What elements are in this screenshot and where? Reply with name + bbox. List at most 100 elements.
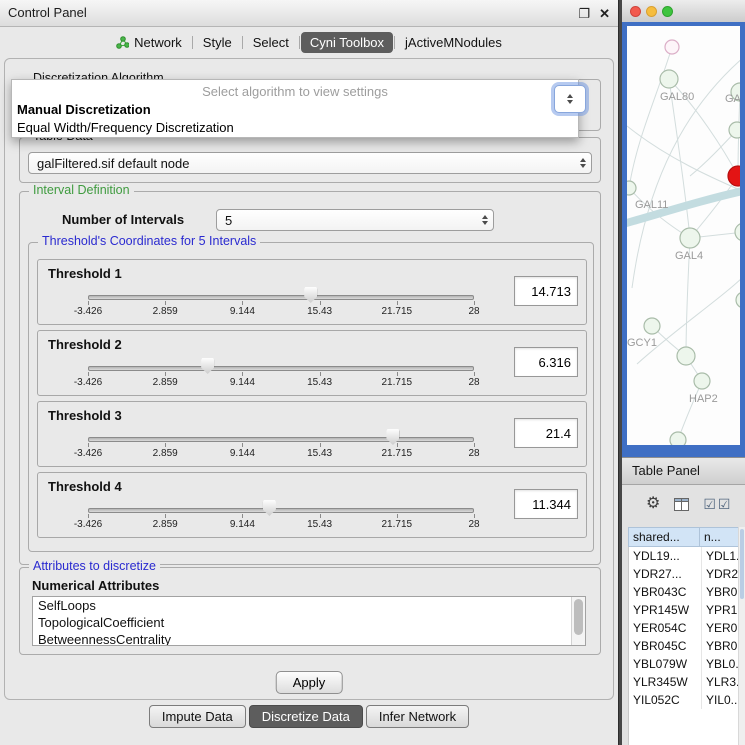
attribute-list-item[interactable]: SelfLoops: [33, 597, 585, 614]
threshold-value-field[interactable]: [514, 276, 578, 306]
network-canvas[interactable]: GAL80GAGAL11GAL4GCY1HAP2: [627, 26, 740, 445]
list-scrollbar[interactable]: [571, 597, 585, 645]
zoom-traffic-button[interactable]: [662, 6, 673, 17]
threshold-slider[interactable]: [88, 430, 474, 448]
network-window-titlebar: [622, 0, 745, 23]
slider-tick: [474, 372, 475, 376]
table-row[interactable]: YDL19...YDL1...: [629, 547, 740, 565]
table-row[interactable]: YBL079WYBL0...: [629, 655, 740, 673]
slider-scale: -3.4262.8599.14415.4321.71528: [88, 448, 474, 460]
threshold-panel-3: Threshold 3 -3.4262.8599.14415.4321.7152…: [37, 401, 587, 467]
slider-scale-label: 21.715: [382, 377, 413, 388]
slider-track[interactable]: [88, 295, 474, 300]
tab-impute-data[interactable]: Impute Data: [149, 705, 246, 728]
tab-jactivemnodules[interactable]: jActiveMNodules: [396, 32, 511, 53]
algorithm-option-equal-width[interactable]: Equal Width/Frequency Discretization: [12, 119, 578, 137]
table-row[interactable]: YPR145WYPR1...: [629, 601, 740, 619]
table-row[interactable]: YBR043CYBR0...: [629, 583, 740, 601]
select-none-icon[interactable]: ☑: [718, 496, 731, 513]
attribute-list-item[interactable]: BetweennessCentrality: [33, 631, 585, 646]
close-icon[interactable]: ✕: [599, 7, 610, 20]
number-of-intervals-combo[interactable]: 5: [216, 209, 494, 231]
close-traffic-button[interactable]: [630, 6, 641, 17]
slider-tick: [88, 443, 89, 447]
table-row[interactable]: YIL052CYIL0...: [629, 691, 740, 709]
slider-scale-label: 21.715: [382, 448, 413, 459]
network-node[interactable]: [677, 347, 695, 365]
algorithm-combo-popup: Select algorithm to view settings Manual…: [11, 79, 579, 138]
list-scrollbar-thumb[interactable]: [574, 599, 583, 635]
table-cell: YBL0...: [702, 655, 740, 673]
table-row[interactable]: YLR345WYLR3...: [629, 673, 740, 691]
tab-infer-network[interactable]: Infer Network: [366, 705, 469, 728]
network-node[interactable]: [729, 122, 740, 138]
network-node[interactable]: [694, 373, 710, 389]
slider-tick: [320, 514, 321, 518]
network-node[interactable]: [665, 40, 679, 54]
slider-tick: [165, 372, 166, 376]
bottom-tabbar: Impute Data Discretize Data Infer Networ…: [0, 704, 618, 728]
select-all-icon[interactable]: ☑: [703, 496, 716, 513]
slider-tick: [320, 301, 321, 305]
numerical-attributes-list[interactable]: SelfLoopsTopologicalCoefficientBetweenne…: [32, 596, 586, 646]
slider-scale-label: 15.43: [307, 519, 332, 530]
threshold-value-field[interactable]: [514, 489, 578, 519]
table-rows: YDL19...YDL1...YDR27...YDR2...YBR043CYBR…: [628, 547, 741, 745]
slider-scale-label: 9.144: [230, 377, 255, 388]
table-data-group: Table Data galFiltered.sif default node: [19, 137, 601, 183]
tab-style[interactable]: Style: [194, 32, 241, 53]
network-node[interactable]: [644, 318, 660, 334]
slider-track[interactable]: [88, 366, 474, 371]
slider-tick: [165, 514, 166, 518]
slider-tick: [320, 372, 321, 376]
columns-icon[interactable]: [674, 498, 689, 511]
slider-scale-label: 28: [468, 448, 479, 459]
tab-discretize-data[interactable]: Discretize Data: [249, 705, 363, 728]
gear-icon[interactable]: ⚙: [646, 496, 660, 512]
threshold-slider[interactable]: [88, 288, 474, 306]
threshold-slider[interactable]: [88, 501, 474, 519]
table-row[interactable]: YER054CYER0...: [629, 619, 740, 637]
apply-button[interactable]: Apply: [276, 671, 343, 694]
table-row[interactable]: YDR27...YDR2...: [629, 565, 740, 583]
tab-select[interactable]: Select: [244, 32, 298, 53]
group-label: Interval Definition: [29, 183, 134, 198]
network-node[interactable]: [736, 292, 740, 308]
column-header-shared-name[interactable]: shared...: [628, 527, 700, 547]
slider-tick: [474, 443, 475, 447]
attributes-group: Attributes to discretize Numerical Attri…: [19, 567, 601, 655]
tab-separator: [299, 36, 300, 49]
tab-cyni-toolbox[interactable]: Cyni Toolbox: [301, 32, 393, 53]
column-header-name[interactable]: n...: [700, 527, 739, 547]
minimize-traffic-button[interactable]: [646, 6, 657, 17]
tab-network[interactable]: Network: [107, 32, 191, 53]
slider-scale-label: 21.715: [382, 519, 413, 530]
network-node[interactable]: [735, 223, 740, 241]
network-node[interactable]: [627, 181, 636, 195]
slider-scale-label: 15.43: [307, 377, 332, 388]
restore-icon[interactable]: ❐: [578, 7, 590, 20]
attribute-list-item[interactable]: TopologicalCoefficient: [33, 614, 585, 631]
algorithm-combo-stepper[interactable]: [554, 85, 586, 113]
network-view-window: GAL80GAGAL11GAL4GCY1HAP2: [622, 0, 745, 457]
threshold-value-field[interactable]: [514, 418, 578, 448]
algorithm-option-manual[interactable]: Manual Discretization: [12, 101, 578, 119]
table-scrollbar[interactable]: [738, 527, 745, 745]
network-node[interactable]: [680, 228, 700, 248]
network-node[interactable]: [670, 432, 686, 445]
threshold-slider[interactable]: [88, 359, 474, 377]
table-cell: YBR043C: [629, 583, 702, 601]
threshold-value-field[interactable]: [514, 347, 578, 377]
slider-scale: -3.4262.8599.14415.4321.71528: [88, 306, 474, 318]
slider-track[interactable]: [88, 437, 474, 442]
slider-tick: [397, 514, 398, 518]
network-node[interactable]: [728, 166, 740, 186]
stepper-arrows-icon: [575, 153, 591, 173]
slider-tick: [88, 301, 89, 305]
table-data-combo[interactable]: galFiltered.sif default node: [28, 152, 592, 174]
table-row[interactable]: YBR045CYBR0...: [629, 637, 740, 655]
slider-track[interactable]: [88, 508, 474, 513]
table-scrollbar-thumb[interactable]: [740, 529, 744, 599]
network-node[interactable]: [660, 70, 678, 88]
table-header-row: shared... n...: [628, 527, 739, 547]
